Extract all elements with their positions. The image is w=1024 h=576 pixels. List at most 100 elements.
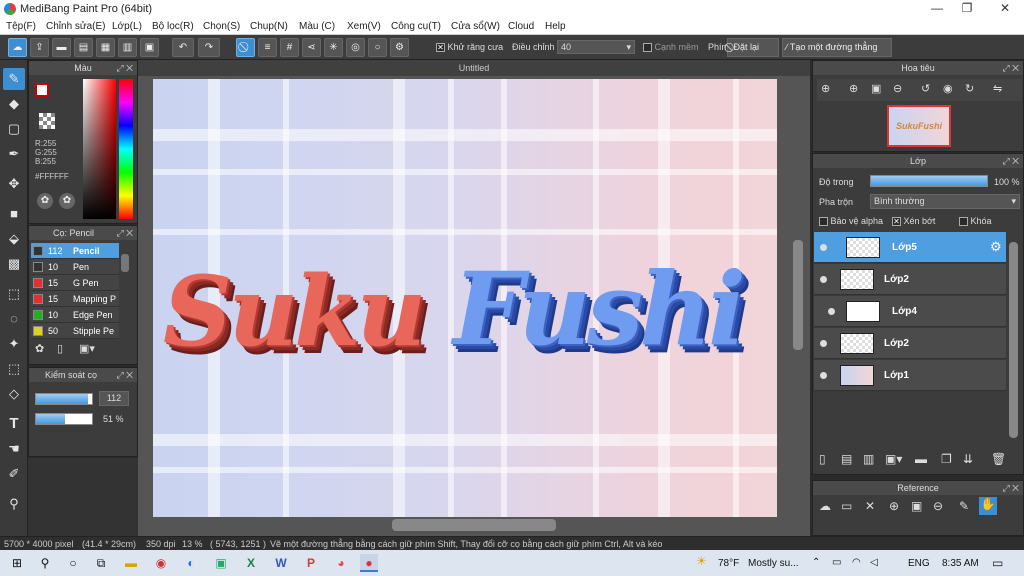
app-icon[interactable]: ◉ [152,554,170,572]
select-eraser-tool-icon[interactable]: ◇ [3,383,25,405]
comment-icon[interactable]: ▬ [52,38,71,57]
tray-chevron-icon[interactable]: ⌃ [812,557,820,568]
menu-view[interactable]: Xem(V) [347,21,381,32]
zoom-out-icon[interactable]: ⊖ [893,82,902,95]
weather-temp[interactable]: 78°F [718,558,739,569]
brush-item[interactable]: 15 G Pen [31,275,119,291]
zoom-out-icon[interactable]: ⊖ [933,499,943,513]
reset-button[interactable]: ⃠ Đặt lại [727,38,779,57]
hand-tool-icon[interactable]: ☚ [3,438,25,460]
layer-row[interactable]: Lớp2 [814,264,1006,295]
open-folder-icon[interactable]: ▭ [841,499,852,513]
menu-tools[interactable]: Công cụ(T) [391,21,441,32]
rotate-reset-icon[interactable]: ◉ [943,82,953,95]
cortana-icon[interactable]: ○ [64,554,82,572]
magic-wand-tool-icon[interactable]: ✦ [3,333,25,355]
pen-tool-icon[interactable]: ✒ [3,143,25,165]
blur-tool-icon[interactable]: ✐ [3,463,25,485]
visibility-icon[interactable] [820,340,827,347]
grid-icon[interactable]: ▥ [118,38,137,57]
visibility-icon[interactable] [828,308,835,315]
hand-icon[interactable]: ✋ [979,497,997,515]
protect-alpha-option[interactable]: Bảo vệ alpha [819,216,883,227]
fit-icon[interactable]: ▣ [871,82,881,95]
close-icon[interactable]: ✕ [865,499,875,513]
menu-select[interactable]: Chọn(S) [203,21,240,32]
adjust-dropdown[interactable]: 40 ▾ [557,40,635,54]
merge-layer-icon[interactable]: ⇊ [963,452,973,466]
select-tool-icon[interactable]: ⬚ [3,283,25,305]
clock[interactable]: 8:35 AM [942,558,979,569]
brush-item[interactable]: 10 Pen [31,259,119,275]
search-icon[interactable]: ⚲ [36,554,54,572]
text-tool-icon[interactable]: T [3,413,25,435]
file-explorer-icon[interactable]: ▬ [122,554,140,572]
layer-row[interactable]: Lớp4 [814,296,1006,327]
lock-checkbox-icon[interactable] [959,217,968,227]
medibang-taskbar-icon[interactable]: ● [360,554,378,572]
flip-icon[interactable]: ⇋ [993,82,1002,95]
brush-add-icon[interactable]: ✿ [35,342,44,355]
redo-icon[interactable]: ↷ [198,38,220,57]
clipping-checkbox-icon[interactable]: ✕ [892,217,901,227]
brush-item[interactable]: 112 Pencil [31,243,119,259]
layer-scrollbar[interactable] [1009,242,1018,438]
wifi-icon[interactable]: ◠ [852,557,861,568]
menu-edit[interactable]: Chỉnh sửa(E) [46,21,106,32]
size-value[interactable]: 112 [99,391,129,406]
brush-menu-icon[interactable]: ▣▾ [79,342,95,355]
duplicate-layer-icon[interactable]: ❐ [941,452,952,466]
navigator-thumbnail[interactable]: SukuFushi [887,105,951,147]
minimize-button[interactable]: — [920,0,954,18]
panel-options-icon[interactable]: ⤢ ✕ [116,61,133,75]
zoom-in-icon[interactable]: ⊕ [889,499,899,513]
menu-help[interactable]: Help [545,21,566,32]
close-button[interactable]: ✕ [988,0,1022,18]
volume-icon[interactable]: ◁ [870,557,878,568]
layer-row[interactable]: Lớp5 ⚙ [814,232,1006,263]
word-icon[interactable]: W [272,554,290,572]
panel-options-icon[interactable]: ⤢ ✕ [116,368,133,382]
layer-row[interactable]: Lớp1 [814,360,1006,391]
eyedropper-icon[interactable]: ✎ [959,499,969,513]
hue-slider[interactable] [119,79,133,219]
cloud-icon[interactable]: ☁ [819,499,831,513]
delete-layer-icon[interactable]: 🗑 [991,452,1006,466]
note-icon[interactable]: ▤ [74,38,93,57]
clipping-option[interactable]: ✕ Xén bớt [892,216,935,227]
bucket-tool-icon[interactable]: ⬙ [3,228,25,250]
cross-snap-icon[interactable]: # [280,38,299,57]
menu-file[interactable]: Tệp(F) [6,21,36,32]
brush-tool-icon[interactable]: ✎ [3,68,25,90]
eyedropper-tool-icon[interactable]: ⚲ [3,493,25,515]
brush-item[interactable]: 10 Edge Pen [31,307,119,323]
brush-new-icon[interactable]: ▯ [57,342,63,355]
layer-icon[interactable]: ▦ [96,38,115,57]
zoom-in-icon[interactable]: ⊕ [849,82,858,95]
panel-options-icon[interactable]: ⤢ ✕ [1002,481,1019,495]
rotate-left-icon[interactable]: ↺ [921,82,930,95]
chrome-icon[interactable]: ◕ [332,554,350,572]
brush-item[interactable]: 15 Mapping P [31,291,119,307]
excel-icon[interactable]: X [242,554,260,572]
snap-settings-icon[interactable]: ⚙ [390,38,409,57]
rotate-right-icon[interactable]: ↻ [965,82,974,95]
opacity-slider[interactable] [35,413,93,425]
circle-snap-icon[interactable]: ◎ [346,38,365,57]
visibility-icon[interactable] [820,244,827,251]
vertical-scrollbar[interactable] [793,240,803,350]
zoom-fit-icon[interactable]: ⊕ [821,82,830,95]
edge-checkbox-icon[interactable] [643,43,652,53]
parallel-snap-icon[interactable]: ≡ [258,38,277,57]
rect-tool-icon[interactable]: ▢ [3,118,25,140]
fit-icon[interactable]: ▣ [911,499,922,513]
size-slider[interactable] [35,393,93,405]
palette-add-icon[interactable]: ✿ [59,193,75,209]
menu-cloud[interactable]: Cloud [508,21,534,32]
protect-alpha-checkbox-icon[interactable] [819,217,828,227]
document-tab[interactable]: Untitled [138,60,810,76]
lock-option[interactable]: Khóa [959,216,992,227]
palette-icon[interactable]: ✿ [37,193,53,209]
antialias-checkbox-icon[interactable]: ✕ [436,43,445,53]
lasso-tool-icon[interactable]: ◌ [3,308,25,330]
